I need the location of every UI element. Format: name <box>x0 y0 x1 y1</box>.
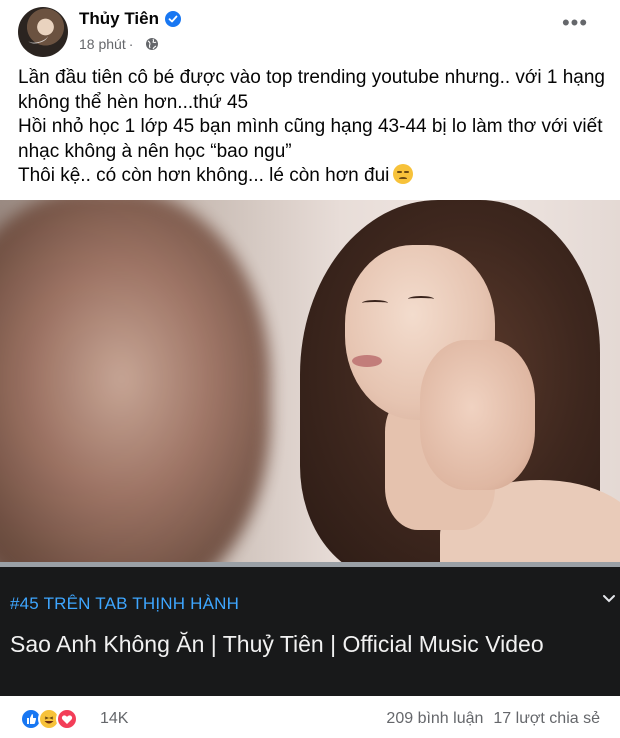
facebook-post: Thủy Tiên 18 phút · ••• Lần đầu tiên cô b… <box>0 0 620 738</box>
engagement-stats: 209 bình luận 17 lượt chia sẻ <box>386 710 600 728</box>
thumbnail-lips <box>352 355 382 367</box>
more-options-button[interactable]: ••• <box>560 12 590 42</box>
post-meta: 18 phút · <box>79 36 136 52</box>
trending-tag[interactable]: #45 TRÊN TAB THỊNH HÀNH <box>10 594 239 614</box>
chevron-down-icon[interactable] <box>602 592 616 606</box>
youtube-link-preview[interactable]: #45 TRÊN TAB THỊNH HÀNH Sao Anh Không Ăn… <box>0 567 620 696</box>
reaction-icons[interactable] <box>20 708 92 730</box>
thumbnail-eye <box>408 296 434 302</box>
video-thumbnail[interactable] <box>0 200 620 564</box>
meta-separator: · <box>128 36 134 52</box>
thumbnail-blurred-foreground <box>0 200 270 564</box>
love-reaction-icon <box>56 708 78 730</box>
video-title[interactable]: Sao Anh Không Ăn | Thuỷ Tiên | Official … <box>10 627 570 662</box>
globe-icon[interactable] <box>145 37 159 51</box>
post-text: Lần đầu tiên cô bé được vào top trending… <box>18 66 608 189</box>
post-text-line: Lần đầu tiên cô bé được vào top trending… <box>18 67 605 88</box>
avatar-signature <box>27 30 49 46</box>
author-avatar[interactable] <box>18 7 68 57</box>
thumbnail-eye <box>362 300 388 306</box>
post-text-line: không thể hèn hơn...thứ 45 <box>18 91 249 113</box>
post-header: Thủy Tiên 18 phút · ••• <box>0 0 620 62</box>
post-text-line: Hồi nhỏ học 1 lớp 45 bạn mình cũng hạng … <box>18 116 603 137</box>
post-text-line: Thôi kệ.. có còn hơn không... lé còn hơn… <box>18 165 390 186</box>
comment-count[interactable]: 209 bình luận <box>386 710 483 727</box>
post-text-line: nhạc không à nên học “bao ngu” <box>18 140 292 162</box>
thumbnail-hand <box>420 340 535 490</box>
post-time[interactable]: 18 phút <box>79 36 126 52</box>
post-text-line-last: Thôi kệ.. có còn hơn không... lé còn hơn… <box>18 164 608 189</box>
pensive-face-icon <box>393 164 414 184</box>
share-count[interactable]: 17 lượt chia sẻ <box>493 710 600 727</box>
verified-badge-icon <box>165 11 181 27</box>
reaction-count[interactable]: 14K <box>100 710 128 728</box>
author-name[interactable]: Thủy Tiên <box>79 9 159 29</box>
post-footer: 14K 209 bình luận 17 lượt chia sẻ <box>0 696 620 738</box>
